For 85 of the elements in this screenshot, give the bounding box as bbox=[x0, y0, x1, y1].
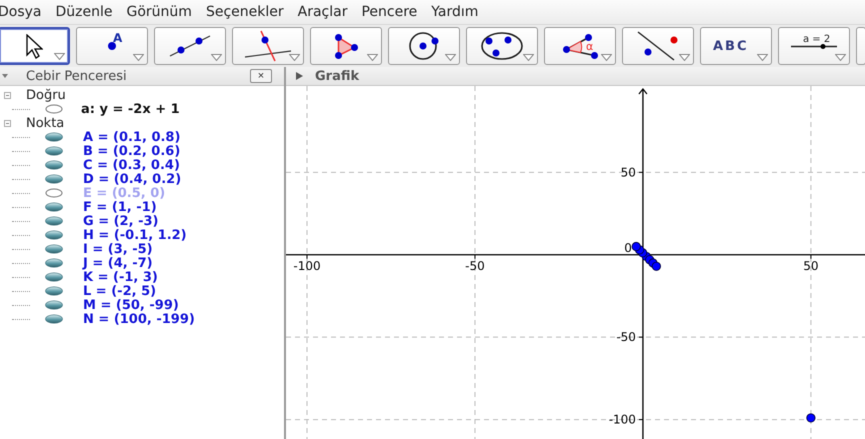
filled-ball-icon[interactable] bbox=[44, 160, 64, 170]
circle-icon bbox=[408, 32, 440, 60]
filled-ball-icon[interactable] bbox=[44, 202, 64, 212]
filled-ball-icon[interactable] bbox=[44, 300, 64, 310]
menu-item[interactable]: Düzenle bbox=[52, 4, 119, 20]
tool-button[interactable] bbox=[388, 27, 460, 65]
tool-button[interactable]: a = 2 bbox=[778, 27, 850, 65]
tool-button[interactable] bbox=[622, 27, 694, 65]
panel-title: Grafik bbox=[315, 68, 360, 84]
close-button[interactable]: × bbox=[250, 69, 272, 83]
caret-icon bbox=[211, 54, 222, 61]
filled-ball-icon[interactable] bbox=[44, 244, 64, 254]
filled-ball-icon[interactable] bbox=[44, 174, 64, 184]
line-equation[interactable]: a: y = -2x + 1 bbox=[81, 102, 180, 116]
menu-item[interactable]: Pencere bbox=[357, 4, 424, 20]
filled-ball-icon[interactable] bbox=[44, 286, 64, 296]
triangle-icon bbox=[334, 32, 358, 60]
slider-icon bbox=[790, 42, 838, 50]
filled-ball-icon[interactable] bbox=[44, 314, 64, 324]
tool-button[interactable] bbox=[0, 27, 70, 65]
point-coordinates[interactable]: M = (50, -99) bbox=[83, 298, 179, 312]
plot-point[interactable] bbox=[652, 262, 661, 271]
tool-button[interactable] bbox=[232, 27, 304, 65]
group-label: Nokta bbox=[26, 116, 64, 130]
point-coordinates[interactable]: N = (100, -199) bbox=[83, 312, 195, 326]
panel-title: Cebir Penceresi bbox=[26, 68, 127, 84]
point-icon bbox=[107, 41, 117, 51]
hollow-circle-icon[interactable] bbox=[44, 104, 64, 114]
perpendicular-line-icon bbox=[244, 30, 292, 62]
line-icon bbox=[169, 35, 211, 57]
point-coordinates[interactable]: F = (1, -1) bbox=[83, 200, 157, 214]
point-coordinates[interactable]: L = (-2, 5) bbox=[83, 284, 156, 298]
point-coordinates[interactable]: G = (2, -3) bbox=[83, 214, 158, 228]
caret-icon bbox=[289, 54, 300, 61]
group-label: Doğru bbox=[26, 88, 66, 102]
filled-ball-icon[interactable] bbox=[44, 146, 64, 156]
caret-icon bbox=[367, 54, 378, 61]
axis-tick-label: -50 bbox=[465, 258, 485, 273]
filled-ball-icon[interactable] bbox=[44, 258, 64, 268]
caret-icon bbox=[679, 54, 690, 61]
tool-button[interactable] bbox=[154, 27, 226, 65]
axis-tick-label: -100 bbox=[293, 258, 321, 273]
filled-ball-icon[interactable] bbox=[44, 230, 64, 240]
tool-button[interactable]: A bbox=[76, 27, 148, 65]
hollow-circle-icon[interactable] bbox=[44, 188, 64, 198]
axis-tick-label: 50 bbox=[620, 165, 636, 180]
tool-button[interactable] bbox=[466, 27, 538, 65]
point-coordinates[interactable]: D = (0.4, 0.2) bbox=[83, 172, 182, 186]
point-coordinates[interactable]: K = (-1, 3) bbox=[83, 270, 158, 284]
point-coordinates[interactable]: I = (3, -5) bbox=[83, 242, 153, 256]
menu-item[interactable]: Görünüm bbox=[122, 4, 198, 20]
line-and-points-icon bbox=[637, 31, 679, 61]
point-coordinates[interactable]: B = (0.2, 0.6) bbox=[83, 144, 180, 158]
collapse-icon[interactable] bbox=[2, 74, 8, 78]
tool-button[interactable]: ABC bbox=[700, 27, 772, 65]
cursor-icon bbox=[26, 34, 42, 58]
caret-icon bbox=[835, 54, 846, 61]
caret-icon bbox=[523, 54, 534, 61]
filled-ball-icon[interactable] bbox=[44, 272, 64, 282]
point-coordinates[interactable]: H = (-0.1, 1.2) bbox=[83, 228, 187, 242]
menu-item[interactable]: Yardım bbox=[427, 4, 484, 20]
filled-ball-icon[interactable] bbox=[44, 216, 64, 226]
caret-icon bbox=[757, 54, 768, 61]
angle-icon bbox=[562, 32, 598, 60]
axis-tick-label: -50 bbox=[616, 330, 636, 344]
caret-icon bbox=[133, 54, 144, 61]
caret-icon bbox=[601, 54, 612, 61]
menu-item[interactable]: Seçenekler bbox=[202, 4, 290, 20]
ellipse-icon bbox=[481, 32, 523, 60]
caret-icon bbox=[54, 53, 65, 60]
expand-icon[interactable] bbox=[296, 72, 303, 80]
point-coordinates[interactable]: A = (0.1, 0.8) bbox=[83, 130, 180, 144]
caret-icon bbox=[445, 54, 456, 61]
menu-item[interactable]: Araçlar bbox=[294, 4, 354, 20]
origin-label: 0 bbox=[624, 240, 632, 255]
point-coordinates[interactable]: C = (0.3, 0.4) bbox=[83, 158, 180, 172]
plot-point[interactable] bbox=[806, 413, 816, 423]
filled-ball-icon[interactable] bbox=[44, 132, 64, 142]
tool-button[interactable]: α bbox=[544, 27, 616, 65]
collapse-icon[interactable] bbox=[4, 92, 11, 98]
axis-tick-label: -100 bbox=[608, 412, 636, 427]
collapse-icon[interactable] bbox=[4, 120, 11, 126]
axis-tick-label: 50 bbox=[803, 258, 819, 273]
tool-button[interactable] bbox=[310, 27, 382, 65]
point-coordinates[interactable]: J = (4, -7) bbox=[83, 256, 153, 270]
